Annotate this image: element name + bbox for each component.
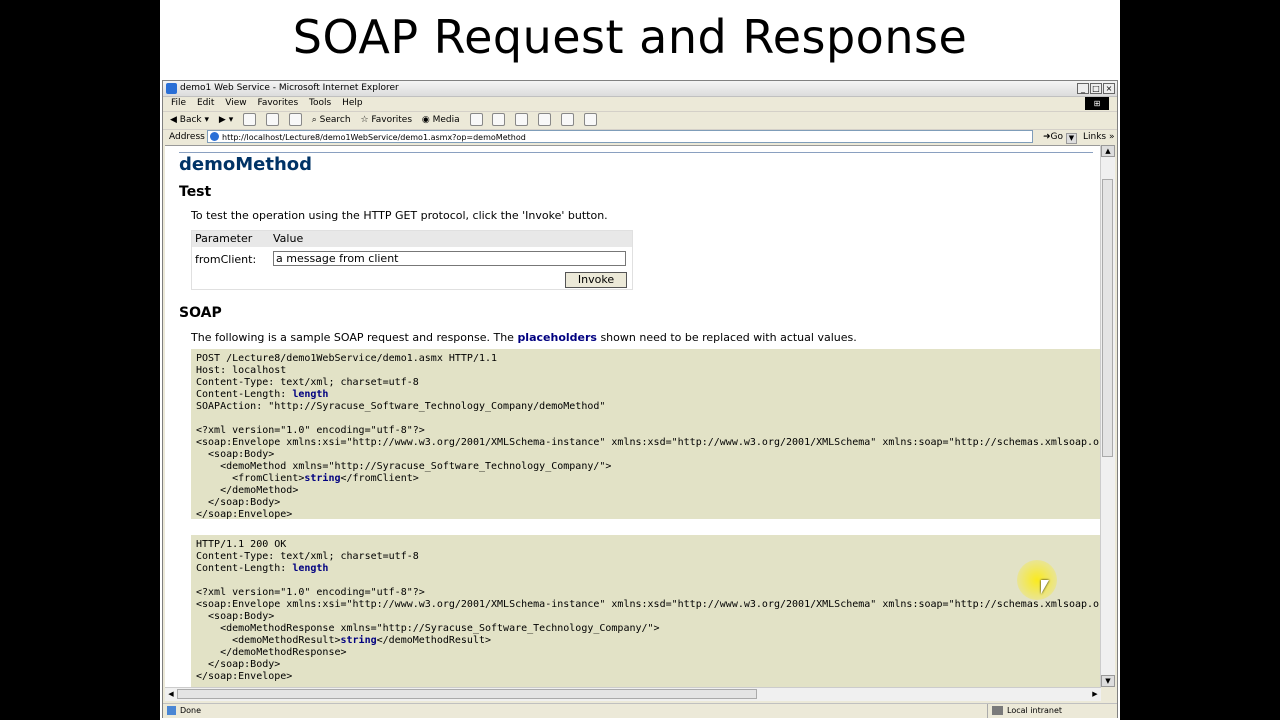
- chevron-down-icon[interactable]: ▼: [1066, 133, 1077, 144]
- refresh-icon[interactable]: [265, 113, 279, 126]
- back-button[interactable]: ◀ Back ▾: [170, 112, 209, 129]
- fromclient-input[interactable]: a message from client: [273, 251, 626, 266]
- go-button[interactable]: ➜Go: [1043, 129, 1063, 145]
- test-form: Parameter Value fromClient: a message fr…: [191, 230, 633, 290]
- edit-icon[interactable]: [538, 113, 552, 126]
- slide: SOAP Request and Response demo1 Web Serv…: [160, 0, 1120, 720]
- method-title: demoMethod: [179, 154, 313, 175]
- search-button[interactable]: ⌕ Search: [312, 112, 351, 129]
- address-input[interactable]: http://localhost/Lecture8/demo1WebServic…: [207, 130, 1077, 144]
- param-label: fromClient:: [195, 253, 257, 266]
- history-icon[interactable]: [469, 113, 483, 126]
- favorites-button[interactable]: ☆ Favorites: [360, 112, 412, 129]
- discuss-icon[interactable]: [561, 113, 575, 126]
- soap-request-block: POST /Lecture8/demo1WebService/demo1.asm…: [191, 349, 1101, 519]
- scroll-thumb[interactable]: [1102, 179, 1113, 457]
- soap-heading: SOAP: [179, 305, 222, 321]
- stop-icon[interactable]: [243, 113, 257, 126]
- title-bar: demo1 Web Service - Microsoft Internet E…: [163, 81, 1117, 97]
- scroll-up-icon[interactable]: ▲: [1101, 145, 1115, 157]
- status-bar: Done Local intranet: [163, 703, 1117, 718]
- horizontal-scrollbar[interactable]: ◀ ▶: [165, 687, 1101, 701]
- slide-title: SOAP Request and Response: [292, 10, 968, 64]
- menu-file[interactable]: File: [171, 98, 186, 108]
- scroll-down-icon[interactable]: ▼: [1101, 675, 1115, 687]
- vertical-scrollbar[interactable]: ▲ ▼: [1100, 145, 1115, 687]
- test-description: To test the operation using the HTTP GET…: [191, 209, 608, 222]
- divider: [179, 152, 1093, 153]
- minimize-icon[interactable]: _: [1077, 83, 1089, 94]
- length-placeholder: length: [292, 563, 329, 574]
- page-done-icon: [167, 706, 176, 715]
- string-placeholder: string: [340, 635, 377, 646]
- cursor-arrow-icon: [1041, 580, 1049, 594]
- print-icon[interactable]: [515, 113, 529, 126]
- scroll-left-icon[interactable]: ◀: [165, 688, 177, 700]
- scroll-right-icon[interactable]: ▶: [1089, 688, 1101, 700]
- page-content: demoMethod Test To test the operation us…: [165, 145, 1101, 688]
- placeholders-link[interactable]: placeholders: [517, 331, 597, 344]
- toolbar: ◀ Back ▾ ▶ ▾ ⌕ Search ☆ Favorites ◉ Medi…: [163, 112, 1117, 130]
- menu-help[interactable]: Help: [342, 98, 363, 108]
- links-button[interactable]: Links »: [1083, 129, 1115, 145]
- status-done: Done: [167, 704, 201, 718]
- address-label: Address: [169, 132, 205, 142]
- forward-button[interactable]: ▶ ▾: [219, 112, 233, 129]
- menu-view[interactable]: View: [225, 98, 246, 108]
- status-zone: Local intranet: [987, 704, 1062, 718]
- messenger-icon[interactable]: [583, 113, 597, 126]
- cursor-highlight: [1017, 560, 1057, 600]
- windows-flag-icon: ⊞: [1085, 97, 1109, 110]
- intranet-icon: [992, 706, 1003, 715]
- media-button[interactable]: ◉ Media: [422, 112, 460, 129]
- soap-description: The following is a sample SOAP request a…: [191, 331, 857, 344]
- browser-window: demo1 Web Service - Microsoft Internet E…: [162, 80, 1118, 718]
- address-bar: Address http://localhost/Lecture8/demo1W…: [163, 129, 1117, 145]
- window-controls: _ □ ×: [1076, 82, 1115, 97]
- close-icon[interactable]: ×: [1103, 83, 1115, 94]
- invoke-button[interactable]: Invoke: [565, 272, 627, 288]
- menu-favorites[interactable]: Favorites: [257, 98, 298, 108]
- ie-icon: [166, 83, 177, 94]
- menu-bar: File Edit View Favorites Tools Help ⊞: [163, 96, 1117, 112]
- menu-tools[interactable]: Tools: [309, 98, 331, 108]
- string-placeholder: string: [304, 473, 341, 484]
- window-title: demo1 Web Service - Microsoft Internet E…: [180, 83, 399, 93]
- page-icon: [210, 132, 219, 141]
- length-placeholder: length: [292, 389, 329, 400]
- test-heading: Test: [179, 184, 212, 200]
- address-url: http://localhost/Lecture8/demo1WebServic…: [222, 133, 526, 142]
- parameter-header: Parameter: [195, 232, 253, 245]
- home-icon[interactable]: [288, 113, 302, 126]
- test-table-header: Parameter Value: [192, 231, 632, 247]
- menu-edit[interactable]: Edit: [197, 98, 214, 108]
- value-header: Value: [273, 232, 304, 245]
- maximize-icon[interactable]: □: [1090, 83, 1102, 94]
- hscroll-thumb[interactable]: [177, 689, 757, 699]
- mail-icon[interactable]: [492, 113, 506, 126]
- soap-response-block: HTTP/1.1 200 OK Content-Type: text/xml; …: [191, 535, 1101, 688]
